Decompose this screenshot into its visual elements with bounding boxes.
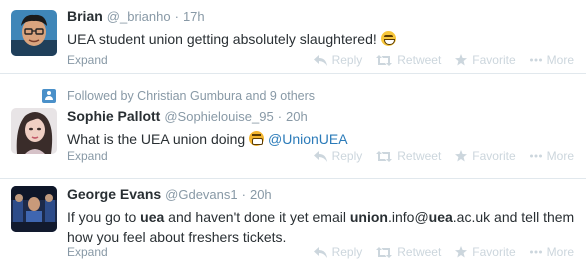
fearful-emoji-icon <box>249 131 265 146</box>
retweet-label: Retweet <box>397 245 442 259</box>
more-label: More <box>546 149 574 163</box>
tweet-content: Brian @_brianho · 17h UEA student union … <box>67 8 578 49</box>
grinning-emoji-icon <box>380 31 396 46</box>
more-label: More <box>546 245 574 259</box>
tweet-text-body: UEA student union getting absolutely sla… <box>67 31 377 47</box>
favorite-button[interactable]: Favorite <box>455 245 516 259</box>
tweet-item[interactable]: Followed by Christian Gumbura and 9 othe… <box>0 74 586 179</box>
retweet-icon <box>376 54 393 66</box>
expand-link[interactable]: Expand <box>67 149 108 163</box>
tweet-item[interactable]: George Evans @Gdevans1 · 20h If you go t… <box>0 179 586 269</box>
more-button[interactable]: More <box>529 53 574 67</box>
retweet-button[interactable]: Retweet <box>376 53 441 67</box>
author-fullname[interactable]: Brian <box>67 8 103 24</box>
retweet-label: Retweet <box>397 53 442 67</box>
reply-label: Reply <box>331 149 363 163</box>
user-follow-icon <box>42 89 56 103</box>
reply-icon <box>313 54 327 66</box>
author-username[interactable]: @Gdevans1 <box>165 187 237 202</box>
tweet-text-body: What is the UEA union doing <box>67 131 246 147</box>
tweet-text: If you go to uea and haven't done it yet… <box>67 207 578 247</box>
favorite-label: Favorite <box>472 53 516 67</box>
reply-icon <box>313 246 327 258</box>
more-button[interactable]: More <box>529 245 574 259</box>
more-label: More <box>546 53 574 67</box>
more-dots-icon <box>529 250 542 254</box>
more-dots-icon <box>529 154 542 158</box>
star-icon <box>455 54 468 66</box>
avatar[interactable] <box>11 108 57 154</box>
more-dots-icon <box>529 58 542 62</box>
tweet-header: George Evans @Gdevans1 · 20h <box>67 186 578 205</box>
tweet-text: UEA student union getting absolutely sla… <box>67 29 578 49</box>
search-highlight: uea <box>140 209 165 225</box>
author-fullname[interactable]: Sophie Pallott <box>67 108 160 124</box>
mention-link[interactable]: @UnionUEA <box>268 131 348 147</box>
context-text[interactable]: Followed by Christian Gumbura and 9 othe… <box>67 89 315 103</box>
retweet-button[interactable]: Retweet <box>376 149 441 163</box>
reply-button[interactable]: Reply <box>313 245 363 259</box>
reply-button[interactable]: Reply <box>313 53 363 67</box>
text-part: .info@ <box>387 209 429 225</box>
tweet-footer: Expand Reply Retweet Favorite More <box>67 53 578 69</box>
tweet-actions: Reply Retweet Favorite More <box>300 149 574 163</box>
text-part: If you go to <box>67 209 141 225</box>
tweet-actions: Reply Retweet Favorite More <box>300 53 574 67</box>
reply-icon <box>313 150 327 162</box>
retweet-icon <box>376 150 393 162</box>
reply-label: Reply <box>331 245 363 259</box>
author-username[interactable]: @Sophielouise_95 <box>164 109 273 124</box>
tweet-footer: Expand Reply Retweet Favorite More <box>67 149 578 165</box>
retweet-icon <box>376 246 393 258</box>
tweet-header: Sophie Pallott @Sophielouise_95 · 20h <box>67 108 578 127</box>
favorite-button[interactable]: Favorite <box>455 149 516 163</box>
search-highlight: uea <box>428 209 453 225</box>
reply-label: Reply <box>331 53 363 67</box>
author-username[interactable]: @_brianho <box>107 9 171 24</box>
favorite-button[interactable]: Favorite <box>455 53 516 67</box>
favorite-label: Favorite <box>472 149 516 163</box>
expand-link[interactable]: Expand <box>67 245 108 259</box>
avatar[interactable] <box>11 10 57 56</box>
tweet-content: George Evans @Gdevans1 · 20h If you go t… <box>67 186 578 247</box>
tweet-footer: Expand Reply Retweet Favorite More <box>67 245 578 261</box>
retweet-button[interactable]: Retweet <box>376 245 441 259</box>
tweet-timestamp[interactable]: 20h <box>250 187 272 202</box>
expand-link[interactable]: Expand <box>67 53 108 67</box>
tweet-timestamp[interactable]: 17h <box>183 9 205 24</box>
timeline: Brian @_brianho · 17h UEA student union … <box>0 0 586 269</box>
retweet-label: Retweet <box>397 149 442 163</box>
avatar[interactable] <box>11 186 57 232</box>
tweet-timestamp[interactable]: 20h <box>286 109 308 124</box>
separator: · <box>174 9 179 24</box>
reply-button[interactable]: Reply <box>313 149 363 163</box>
tweet-actions: Reply Retweet Favorite More <box>300 245 574 259</box>
more-button[interactable]: More <box>529 149 574 163</box>
star-icon <box>455 150 468 162</box>
tweet-header: Brian @_brianho · 17h <box>67 8 578 27</box>
tweet-text: What is the UEA union doing @UnionUEA <box>67 129 578 149</box>
star-icon <box>455 246 468 258</box>
author-fullname[interactable]: George Evans <box>67 186 161 202</box>
separator: · <box>241 187 246 202</box>
search-highlight: union <box>349 209 388 225</box>
tweet-context: Followed by Christian Gumbura and 9 othe… <box>42 87 578 105</box>
tweet-item[interactable]: Brian @_brianho · 17h UEA student union … <box>0 0 586 74</box>
separator: · <box>277 109 283 124</box>
favorite-label: Favorite <box>472 245 516 259</box>
tweet-content: Followed by Christian Gumbura and 9 othe… <box>42 87 578 149</box>
text-part: and haven't done it yet email <box>164 209 350 225</box>
